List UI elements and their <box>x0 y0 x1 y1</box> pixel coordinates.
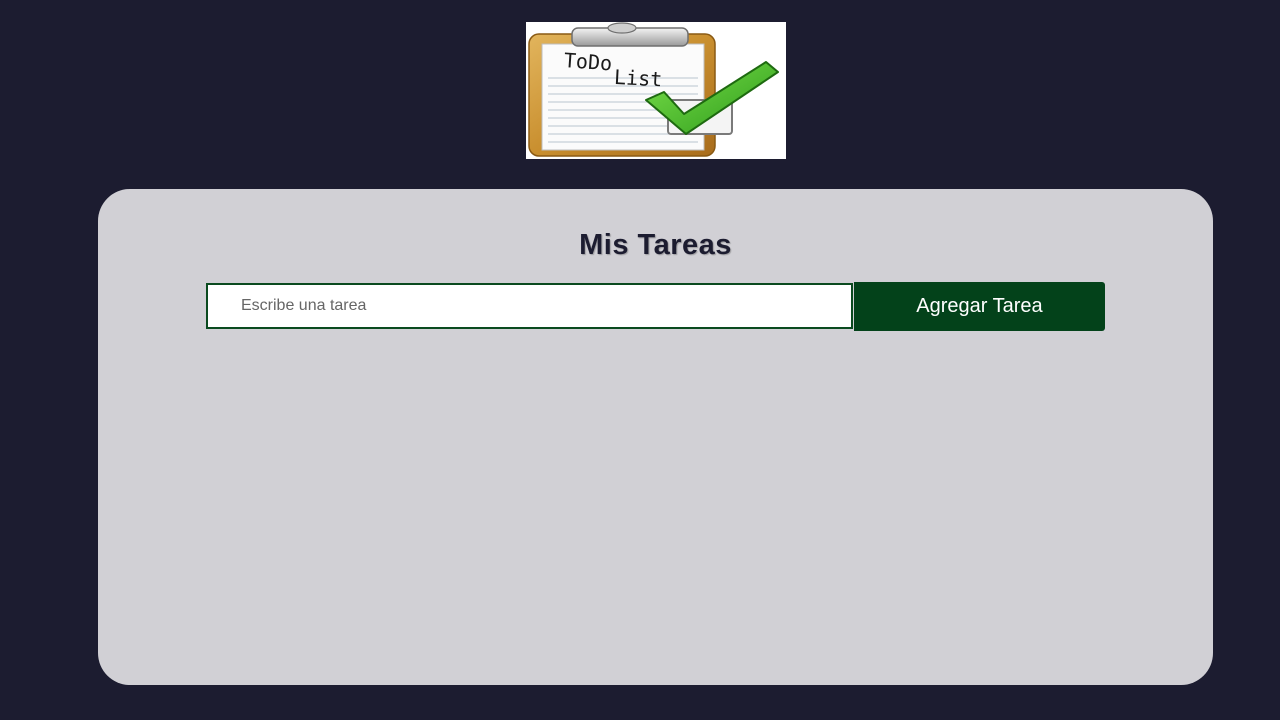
task-input[interactable] <box>206 283 853 329</box>
clipboard-checkmark-icon: ToDo List <box>528 22 779 157</box>
task-card: Mis Tareas Agregar Tarea <box>98 189 1213 685</box>
page-title: Mis Tareas <box>579 229 732 261</box>
todo-list-logo: ToDo List <box>526 22 786 159</box>
add-task-button[interactable]: Agregar Tarea <box>854 282 1105 331</box>
logo-text-list: List <box>614 65 663 91</box>
logo-text-todo: ToDo <box>563 48 613 75</box>
